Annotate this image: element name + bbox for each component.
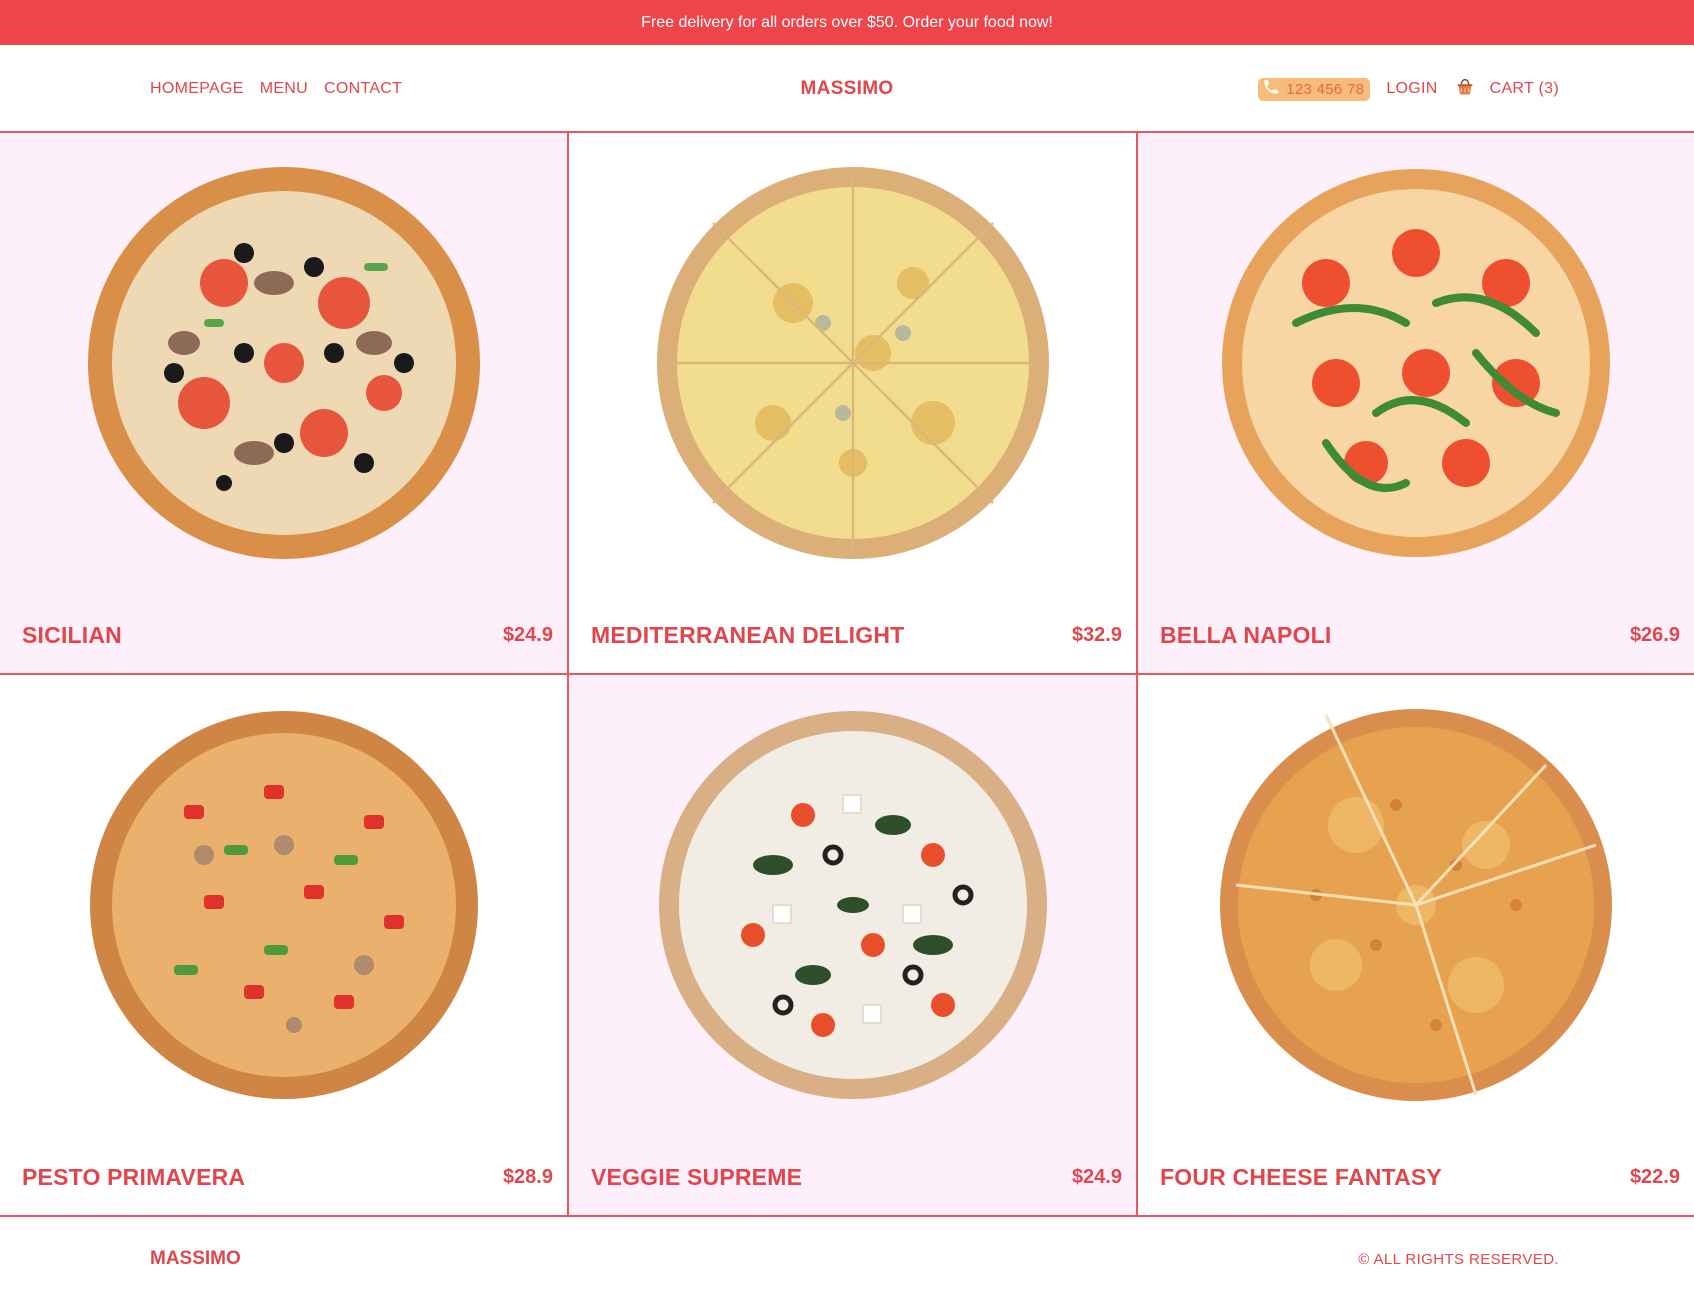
pizza-image <box>1216 705 1616 1105</box>
product-price: $26.9 <box>1629 624 1680 646</box>
product-price: $28.9 <box>502 1166 553 1188</box>
nav-contact[interactable]: CONTACT <box>324 80 402 98</box>
copyright-text: © ALL RIGHTS RESERVED. <box>1358 1251 1559 1268</box>
promo-banner: Free delivery for all orders over $50. O… <box>0 0 1694 45</box>
product-card-pesto-primavera[interactable]: PESTO PRIMAVERA $28.9 <box>0 675 569 1217</box>
product-name: PESTO PRIMAVERA <box>22 1164 246 1190</box>
phone-icon <box>1262 78 1280 100</box>
product-card-sicilian[interactable]: SICILIAN $24.9 <box>0 133 569 675</box>
phone-badge[interactable]: 123 456 78 <box>1258 77 1371 101</box>
product-name: VEGGIE SUPREME <box>591 1164 803 1190</box>
nav-menu[interactable]: MENU <box>260 80 308 98</box>
header-actions: 123 456 78 LOGIN CART (3) <box>1258 45 1559 133</box>
pizza-image <box>653 705 1053 1105</box>
pizza-image <box>1216 163 1616 563</box>
product-name: BELLA NAPOLI <box>1160 622 1332 648</box>
site-footer: MASSIMO © ALL RIGHTS RESERVED. <box>0 1217 1694 1307</box>
product-name: FOUR CHEESE FANTASY <box>1160 1164 1442 1190</box>
product-price: $32.9 <box>1071 624 1122 646</box>
basket-icon <box>1454 76 1476 103</box>
brand-logo[interactable]: MASSIMO <box>801 78 894 100</box>
login-link[interactable]: LOGIN <box>1386 80 1437 98</box>
product-price: $22.9 <box>1629 1166 1680 1188</box>
nav-homepage[interactable]: HOMEPAGE <box>150 80 244 98</box>
product-card-bella-napoli[interactable]: BELLA NAPOLI $26.9 <box>1138 133 1694 675</box>
phone-number: 123 456 78 <box>1286 80 1365 98</box>
product-card-veggie-supreme[interactable]: VEGGIE SUPREME $24.9 <box>569 675 1138 1217</box>
site-header: HOMEPAGE MENU CONTACT MASSIMO 123 456 78… <box>0 45 1694 133</box>
cart-label: CART (3) <box>1489 80 1559 97</box>
product-name: SICILIAN <box>22 622 122 648</box>
product-card-mediterranean-delight[interactable]: MEDITERRANEAN DELIGHT $32.9 <box>569 133 1138 675</box>
pizza-image <box>84 705 484 1105</box>
footer-brand[interactable]: MASSIMO <box>150 1248 241 1270</box>
product-price: $24.9 <box>502 624 553 646</box>
product-grid: SICILIAN $24.9 MEDITERRANEAN DELIGHT $32… <box>0 133 1694 1217</box>
product-name: MEDITERRANEAN DELIGHT <box>591 622 905 648</box>
product-card-four-cheese-fantasy[interactable]: FOUR CHEESE FANTASY $22.9 <box>1138 675 1694 1217</box>
pizza-image <box>84 163 484 563</box>
product-price: $24.9 <box>1071 1166 1122 1188</box>
main-nav: HOMEPAGE MENU CONTACT <box>150 45 402 133</box>
pizza-image <box>653 163 1053 563</box>
promo-text: Free delivery for all orders over $50. O… <box>641 13 1053 31</box>
cart-button[interactable]: CART (3) <box>1454 76 1559 103</box>
